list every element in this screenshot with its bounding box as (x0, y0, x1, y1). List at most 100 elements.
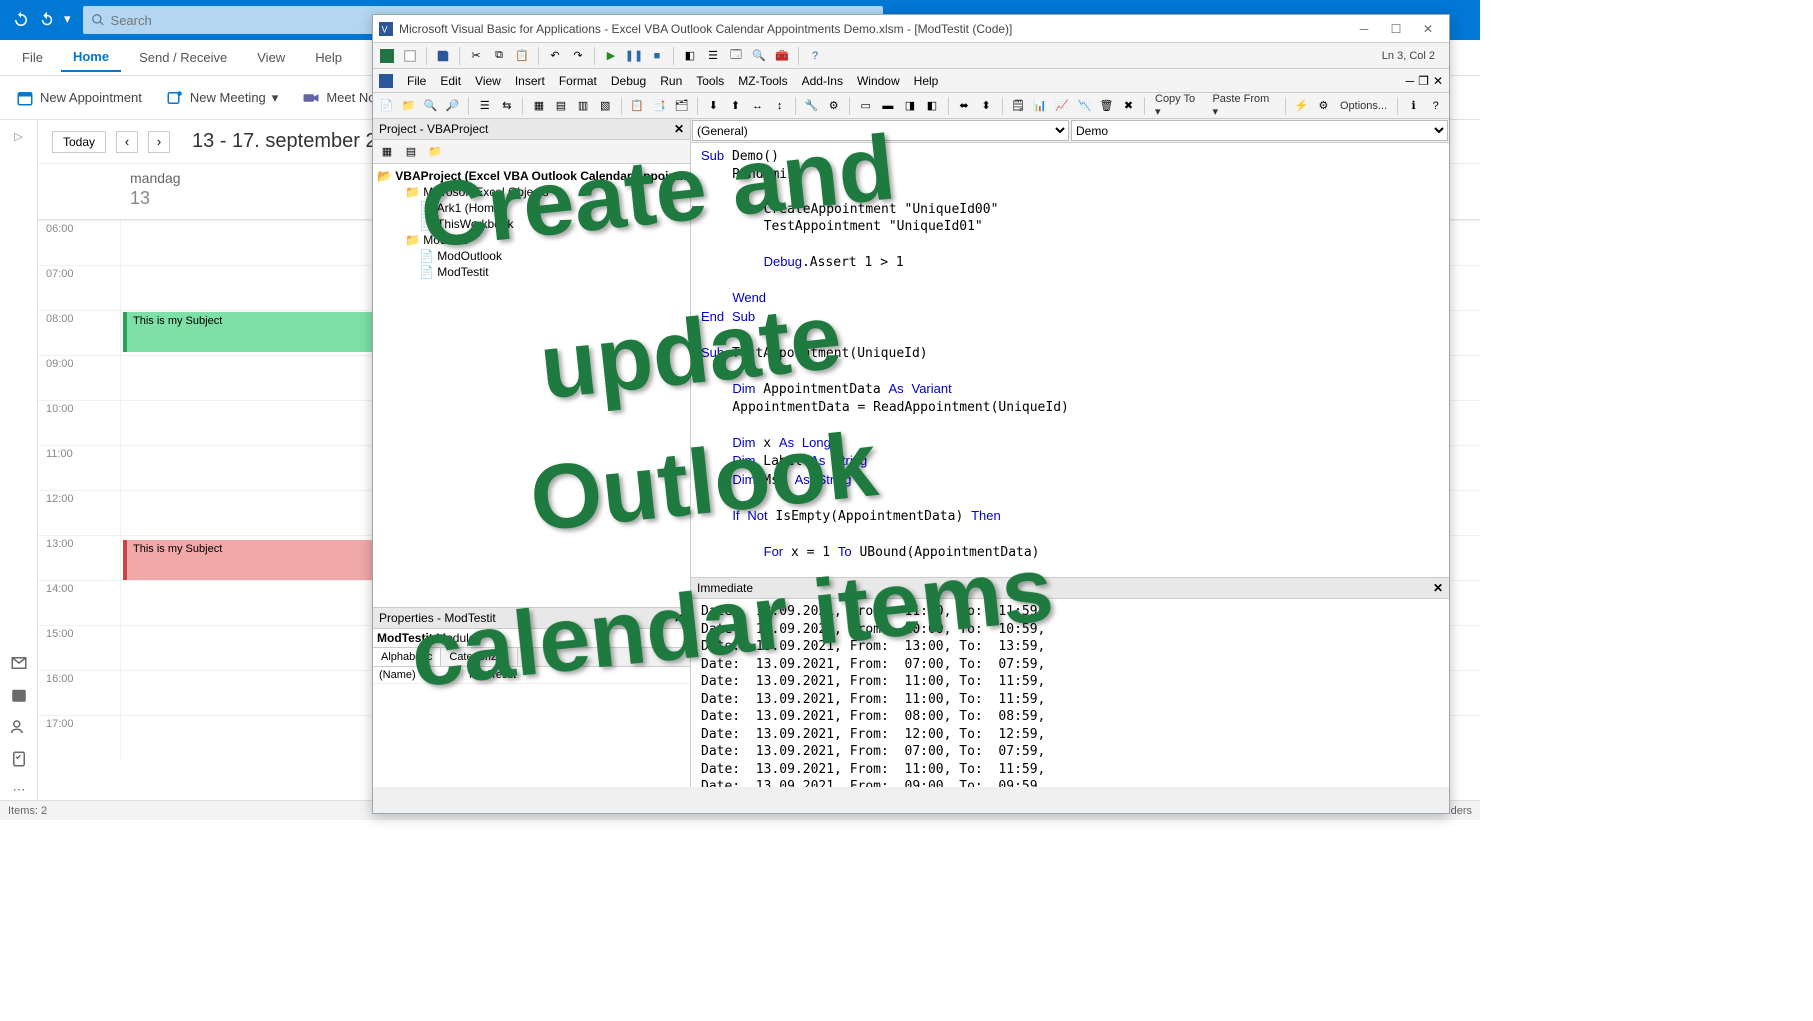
tb-icon[interactable]: 📁 (399, 96, 418, 116)
minimize-button[interactable]: ─ (1349, 19, 1379, 39)
close-button[interactable]: ✕ (1413, 19, 1443, 39)
dropdown-icon[interactable]: ▾ (64, 11, 71, 29)
vba-titlebar[interactable]: V Microsoft Visual Basic for Application… (373, 15, 1449, 43)
toolbox-icon[interactable]: 🧰 (772, 46, 792, 66)
appointment[interactable]: This is my Subject (123, 540, 393, 580)
insert-module-icon[interactable] (400, 46, 420, 66)
undo-icon[interactable] (38, 11, 56, 29)
settings-icon[interactable]: ⚙ (1314, 96, 1333, 116)
tb-icon[interactable]: 🗑 (1097, 96, 1116, 116)
tb-icon[interactable]: ▦ (529, 96, 548, 116)
tb-icon[interactable]: ⬇ (704, 96, 723, 116)
cut-icon[interactable]: ✂ (466, 46, 486, 66)
tb-icon[interactable]: ↕ (770, 96, 789, 116)
undo-icon[interactable]: ↶ (545, 46, 565, 66)
property-value[interactable]: ModTestit (463, 667, 522, 683)
appointment[interactable]: This is my Subject (123, 312, 393, 352)
tab-home[interactable]: Home (61, 43, 121, 72)
tree-item[interactable]: 📂 VBAProject (Excel VBA Outlook Calendar… (377, 168, 686, 184)
today-button[interactable]: Today (52, 131, 106, 153)
tb-icon[interactable]: ◨ (900, 96, 919, 116)
tb-icon[interactable]: 📉 (1075, 96, 1094, 116)
tb-icon[interactable]: ◧ (922, 96, 941, 116)
mail-icon[interactable] (10, 654, 28, 672)
module-selector[interactable]: ModTestit Module (373, 629, 690, 648)
menu-insert[interactable]: Insert (515, 74, 545, 88)
mdi-close-icon[interactable]: ✕ (1433, 74, 1443, 88)
tb-icon[interactable]: 🗂 (672, 96, 691, 116)
run-icon[interactable]: ▶ (601, 46, 621, 66)
menu-window[interactable]: Window (857, 74, 900, 88)
tree-item[interactable]: 📄 ModOutlook (377, 248, 686, 264)
tb-icon[interactable]: ⬍ (977, 96, 996, 116)
tb-icon[interactable]: ▭ (856, 96, 875, 116)
property-row[interactable]: (Name) ModTestit (373, 667, 690, 684)
tb-icon[interactable]: ? (1426, 96, 1445, 116)
view-object-icon[interactable]: ▤ (401, 142, 421, 162)
sync-icon[interactable] (12, 11, 30, 29)
tb-icon[interactable]: 📑 (650, 96, 669, 116)
object-dropdown[interactable]: (General) (692, 120, 1069, 141)
tree-item[interactable]: 📄 Ark1 (Home) (377, 200, 686, 216)
menu-tools[interactable]: Tools (696, 74, 724, 88)
close-immediate-icon[interactable]: ✕ (1433, 581, 1443, 595)
people-icon[interactable] (10, 718, 28, 736)
tb-icon[interactable]: 📈 (1053, 96, 1072, 116)
menu-debug[interactable]: Debug (611, 74, 646, 88)
tb-icon[interactable]: ⬆ (726, 96, 745, 116)
tab-file[interactable]: File (10, 44, 55, 71)
project-explorer-icon[interactable]: ☰ (703, 46, 723, 66)
redo-icon[interactable]: ↷ (568, 46, 588, 66)
pause-icon[interactable]: ❚❚ (624, 46, 644, 66)
tb-icon[interactable]: 🔎 (443, 96, 462, 116)
view-code-icon[interactable]: ▦ (377, 142, 397, 162)
save-icon[interactable] (433, 46, 453, 66)
excel-icon[interactable] (377, 46, 397, 66)
options-button[interactable]: Options... (1336, 100, 1391, 112)
tb-icon[interactable]: ▥ (574, 96, 593, 116)
immediate-body[interactable]: Date: 13.09.2021, From: 11:00, To: 11:59… (691, 599, 1449, 787)
new-appointment-button[interactable]: New Appointment (6, 85, 152, 111)
mdi-restore-icon[interactable]: ❐ (1418, 74, 1429, 88)
menu-edit[interactable]: Edit (440, 74, 461, 88)
tb-icon[interactable]: ✖ (1119, 96, 1138, 116)
tb-icon[interactable]: 🔍 (421, 96, 440, 116)
design-mode-icon[interactable]: ◧ (680, 46, 700, 66)
tb-icon[interactable]: ⇆ (497, 96, 516, 116)
menu-file[interactable]: File (407, 74, 426, 88)
tb-icon[interactable]: ⬌ (954, 96, 973, 116)
menu-format[interactable]: Format (559, 74, 597, 88)
tab-view[interactable]: View (245, 44, 297, 71)
menu-mztools[interactable]: MZ-Tools (738, 74, 787, 88)
tab-help[interactable]: Help (303, 44, 354, 71)
tree-item[interactable]: 📁 Modules (377, 232, 686, 248)
tb-icon[interactable]: ⚙ (824, 96, 843, 116)
tb-icon[interactable]: 📊 (1031, 96, 1050, 116)
app-menu-icon[interactable] (379, 74, 393, 88)
menu-addins[interactable]: Add-Ins (802, 74, 843, 88)
expand-sidebar-button[interactable]: ▷ (14, 130, 22, 143)
paste-icon[interactable]: 📋 (512, 46, 532, 66)
help-icon[interactable]: ? (805, 46, 825, 66)
menu-run[interactable]: Run (660, 74, 682, 88)
tree-item[interactable]: 📄 ThisWorkbook (377, 216, 686, 232)
mdi-min-icon[interactable]: ─ (1406, 74, 1415, 88)
copy-to-button[interactable]: Copy To ▾ (1151, 93, 1205, 118)
tb-icon[interactable]: ⚡ (1292, 96, 1311, 116)
calendar-nav-icon[interactable] (10, 686, 28, 704)
tasks-icon[interactable] (10, 750, 28, 768)
tb-icon[interactable]: ℹ (1404, 96, 1423, 116)
next-week-button[interactable]: › (148, 131, 170, 153)
stop-icon[interactable]: ■ (647, 46, 667, 66)
new-meeting-button[interactable]: New Meeting ▾ (156, 85, 288, 111)
properties-grid[interactable]: (Name) ModTestit (373, 667, 690, 787)
copy-icon[interactable]: ⧉ (489, 46, 509, 66)
maximize-button[interactable]: ☐ (1381, 19, 1411, 39)
tb-icon[interactable]: 🔧 (802, 96, 821, 116)
tab-alphabetic[interactable]: Alphabetic (373, 648, 441, 666)
tb-icon[interactable]: 🗒 (1009, 96, 1028, 116)
prev-week-button[interactable]: ‹ (116, 131, 138, 153)
more-icon[interactable]: ⋯ (13, 782, 26, 798)
procedure-dropdown[interactable]: Demo (1071, 120, 1448, 141)
code-editor[interactable]: Sub Demo() Randomize CreateAppointment "… (691, 143, 1449, 577)
